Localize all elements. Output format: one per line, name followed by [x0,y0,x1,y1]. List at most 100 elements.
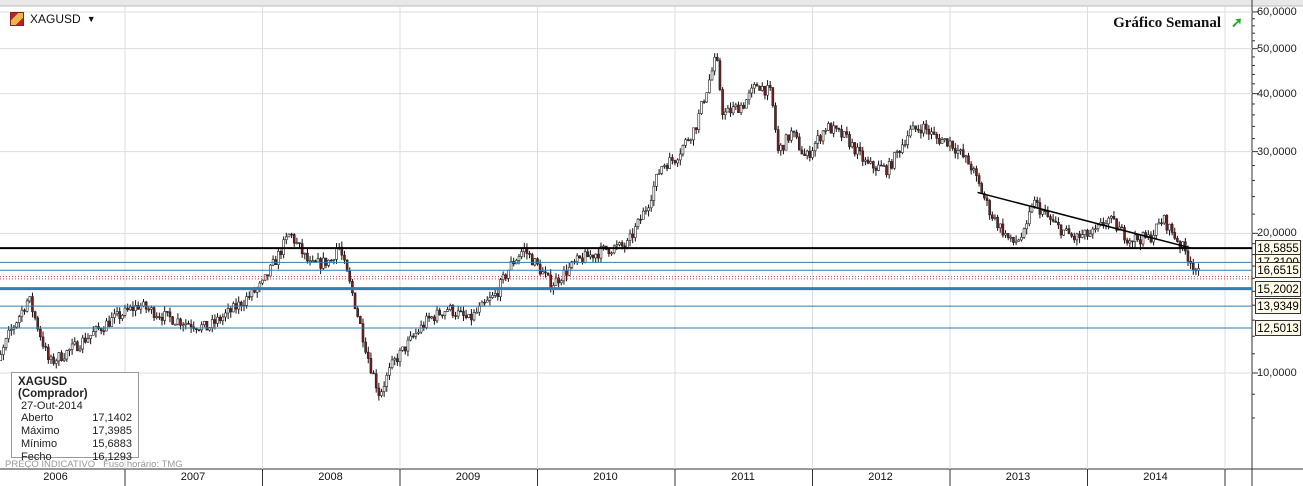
candle-body [1141,232,1145,245]
candle-body [834,125,838,129]
candle-body [1072,235,1076,241]
candle-body [314,260,317,263]
candle-body [628,233,632,241]
candle-body [898,151,902,153]
candle-body [462,310,465,316]
candle-body [76,341,79,352]
y-tick-label: 60,0000 [1257,5,1297,18]
candle-body [115,311,119,315]
candle-body [409,335,412,341]
candle-body [123,307,127,316]
candle-body [591,254,595,259]
candle-body [359,316,362,324]
candle-body [435,309,439,322]
candle-body [631,233,634,238]
candle-body [1107,217,1110,225]
candle-body [70,343,74,350]
candle-body [15,322,18,328]
candle-body [385,375,389,387]
candle-body [68,349,71,351]
candle-body [885,165,888,176]
candle-body [681,145,685,155]
candle-body [221,316,225,321]
candle-body [1083,229,1087,235]
trend-up-icon[interactable]: ➚ [1231,14,1243,31]
info-title: XAGUSD (Comprador) [18,376,88,400]
candle-body [956,150,960,154]
y-tick-label: 20,0000 [1257,227,1297,240]
candle-body [967,155,970,165]
x-tick-label: 2009 [455,471,481,483]
candle-body [184,322,188,325]
candle-body [49,356,53,360]
candle-body [850,142,854,148]
info-row-high: Máximo 17,3985 [18,425,132,438]
candle-body [909,128,912,137]
candle-body [17,316,21,323]
candle-body [493,293,497,296]
candle-body [790,130,793,141]
candle-body [1123,227,1126,241]
candle-body [879,164,883,167]
candle-body [837,128,841,130]
candle-body [335,247,338,260]
candle-body [774,105,777,130]
candle-body [745,99,748,109]
symbol-selector[interactable]: XAGUSD ▼ [10,12,96,26]
candle-body [1057,222,1060,226]
candle-body [39,328,42,338]
candle-body [152,307,156,318]
candle-body [351,280,354,294]
candle-body [819,135,822,142]
candle-body [578,255,582,259]
candle-body [470,313,473,321]
x-tick-label: 2013 [1005,471,1031,483]
price-chart[interactable] [0,0,1303,486]
candle-body [686,139,690,141]
candle-body [1170,223,1174,233]
info-row-open: Aberto 17,1402 [18,412,132,425]
candle-body [332,259,336,261]
candle-body [1109,216,1113,219]
candle-body [406,339,410,352]
candle-body [166,311,169,313]
candle-body [417,331,420,334]
x-tick-label: 2011 [731,471,755,483]
candle-body [1035,199,1039,203]
candle-body [673,160,677,164]
candle-body [1173,232,1177,239]
candle-body [144,301,148,310]
footer-note: PREÇO INDICATIVO Fuso horário: TMG [5,459,191,470]
candle-body [882,165,886,167]
candle-body [1028,211,1031,225]
candle-body [319,258,322,269]
candle-body [361,323,365,343]
candle-body [996,216,999,229]
level-label: 12,5013 [1255,320,1301,336]
info-row-low: Mínimo 15,6883 [18,438,132,451]
candle-body [737,104,740,114]
label: Mínimo [21,438,58,450]
candle-body [1131,240,1134,243]
candle-body [1067,228,1071,235]
candle-body [464,315,468,318]
candle-body [768,85,772,88]
y-tick-label: 40,0000 [1257,87,1297,100]
candle-body [922,123,925,134]
candle-body [107,320,111,327]
candle-body [856,146,859,155]
candle-body [62,358,66,361]
candle-body [660,166,664,174]
candle-body [684,139,687,146]
candle-body [1006,233,1010,238]
candle-body [52,356,55,364]
candle-body [1128,240,1132,244]
candle-body [742,104,746,109]
candle-body [721,89,724,116]
candle-body [382,386,386,392]
candle-body [105,320,108,332]
candle-body [81,337,84,350]
candle-body [953,148,957,154]
candle-body [583,251,587,263]
candle-body [520,251,523,257]
